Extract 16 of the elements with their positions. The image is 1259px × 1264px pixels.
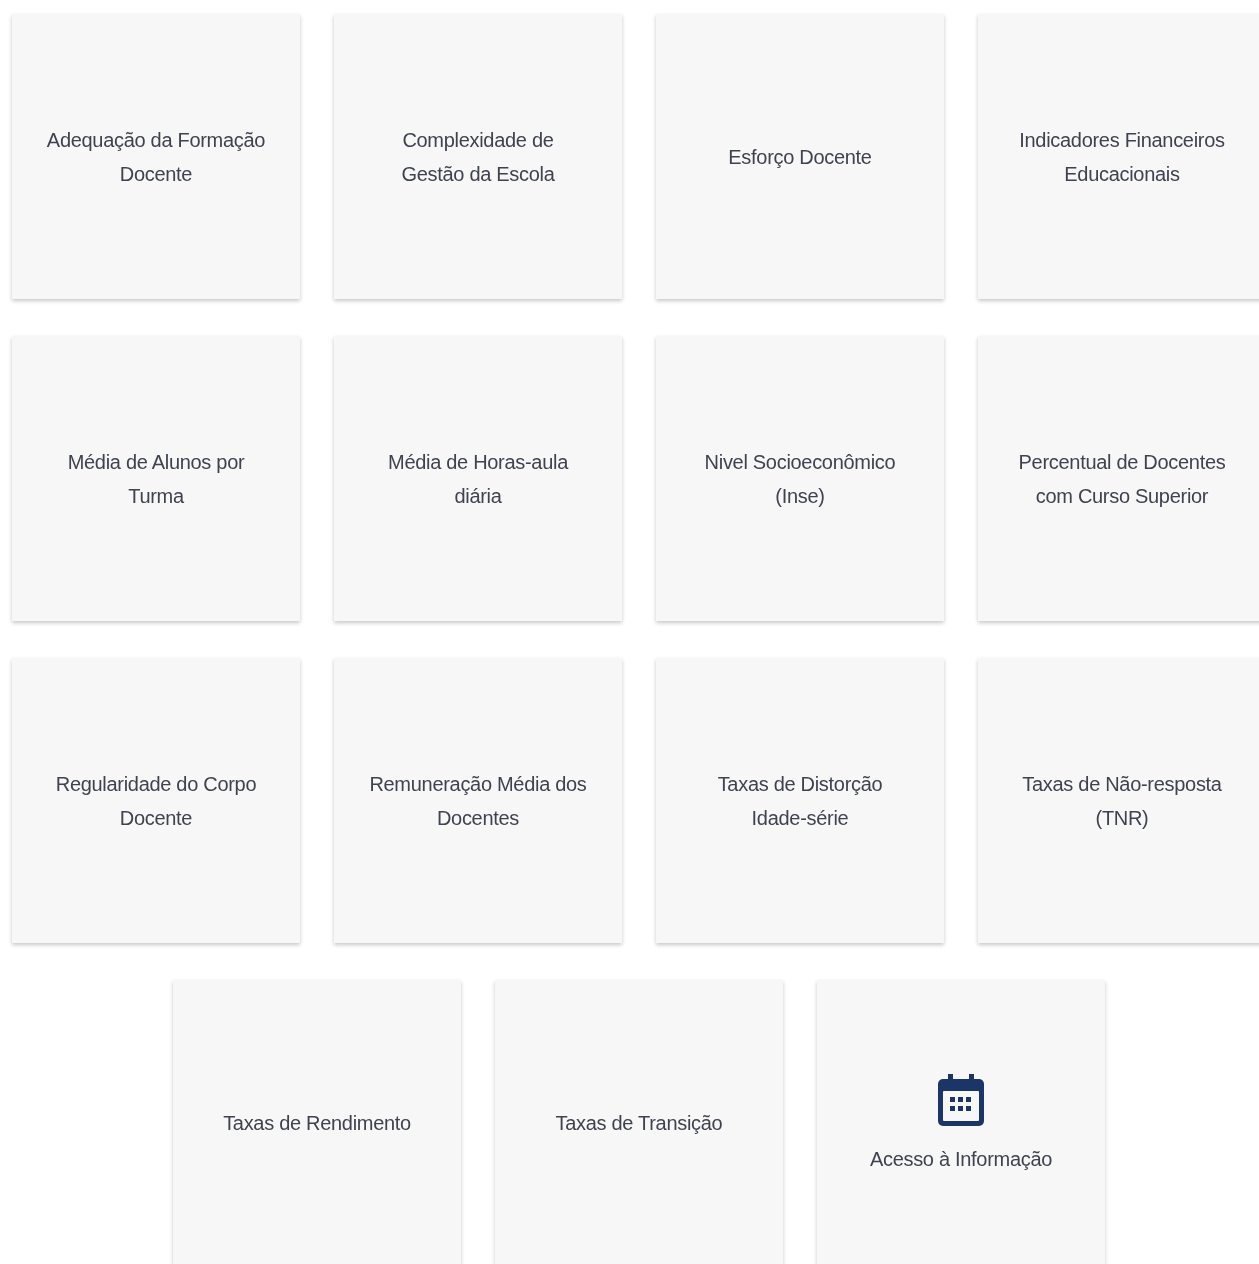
- indicator-card[interactable]: Acesso à Informação: [817, 980, 1105, 1264]
- calendar-icon: [936, 1073, 986, 1128]
- indicator-card[interactable]: Percentual de Docentes com Curso Superior: [978, 336, 1259, 621]
- indicator-card[interactable]: Taxas de Transição: [495, 980, 783, 1264]
- indicator-card[interactable]: Média de Horas-aula diária: [334, 336, 622, 621]
- indicator-card[interactable]: Esforço Docente: [656, 14, 944, 299]
- indicator-card[interactable]: Regularidade do Corpo Docente: [12, 658, 300, 943]
- indicator-card[interactable]: Taxas de Distorção Idade-série: [656, 658, 944, 943]
- indicator-card[interactable]: Taxas de Não-resposta (TNR): [978, 658, 1259, 943]
- indicator-card[interactable]: Adequação da Formação Docente: [12, 14, 300, 299]
- indicator-card[interactable]: Taxas de Rendimento: [173, 980, 461, 1264]
- indicator-card[interactable]: Indicadores Financeiros Educacionais: [978, 14, 1259, 299]
- indicator-card[interactable]: Remuneração Média dos Docentes: [334, 658, 622, 943]
- indicator-card[interactable]: Média de Alunos por Turma: [12, 336, 300, 621]
- indicator-card[interactable]: Nivel Socioeconômico (Inse): [656, 336, 944, 621]
- indicator-card[interactable]: Complexidade de Gestão da Escola: [334, 14, 622, 299]
